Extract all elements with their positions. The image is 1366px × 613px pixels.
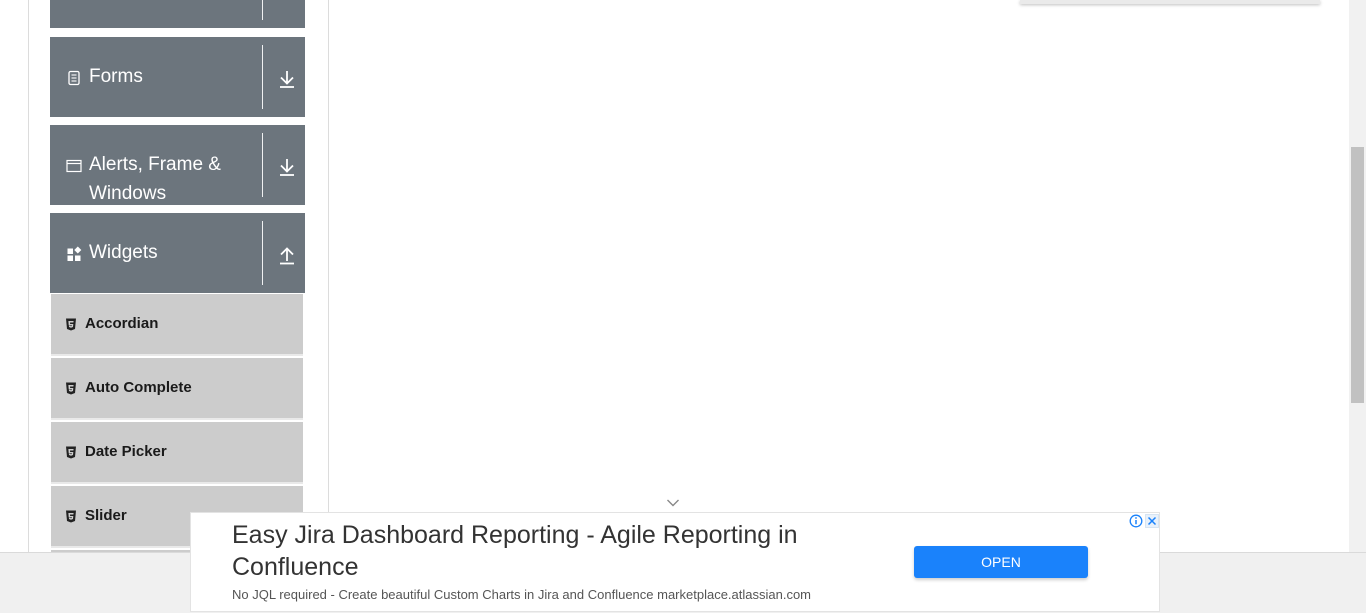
sidebar-item-label: Accordian [85,315,159,332]
info-icon[interactable] [1129,514,1143,528]
html5-icon [66,510,76,523]
group-divider [262,221,263,285]
upload-arrow-icon[interactable] [276,244,298,266]
close-icon[interactable] [1145,514,1159,528]
sidebar-group-forms[interactable]: Forms [50,37,305,117]
html5-icon [66,318,76,331]
sidebar-item-label: Auto Complete [85,379,192,396]
sidebar-group-label-line1: Alerts, Frame & [89,154,221,175]
sidebar-group-label: Widgets [89,242,158,263]
left-gutter [0,0,29,552]
scrollbar-thumb[interactable] [1351,147,1364,403]
group-divider [262,45,263,109]
download-arrow-icon[interactable] [276,156,298,178]
sidebar-item-accordian[interactable]: Accordian [51,294,303,356]
sidebar-group-label: Forms [89,66,143,87]
ad-description[interactable]: No JQL required - Create beautiful Custo… [232,587,811,602]
sidebar-item-auto-complete[interactable]: Auto Complete [51,358,303,420]
group-divider [262,133,263,197]
sidebar-item-date-picker[interactable]: Date Picker [51,422,303,484]
ad-open-button[interactable]: OPEN [914,546,1088,578]
download-arrow-icon[interactable] [276,68,298,90]
window-icon [66,159,82,173]
sidebar-group-widgets[interactable]: Widgets [50,213,305,293]
document-icon [68,70,80,86]
chevron-down-icon[interactable] [666,498,680,508]
sidebar-item-label: Slider [85,507,127,524]
top-ad-fragment [1020,0,1320,4]
sidebar-group-top-partial[interactable] [50,0,305,28]
widgets-icon [67,246,82,261]
sidebar-item-label: Date Picker [85,443,167,460]
sidebar-group-alerts-frame-windows[interactable]: Alerts, Frame & Windows [50,125,305,205]
ad-title[interactable]: Easy Jira Dashboard Reporting - Agile Re… [232,519,892,583]
content-border [328,0,329,552]
sidebar-group-label-line2: Windows [89,183,167,204]
html5-icon [66,446,76,459]
ad-banner[interactable]: Easy Jira Dashboard Reporting - Agile Re… [190,512,1160,612]
group-divider [262,0,263,20]
html5-icon [66,382,76,395]
